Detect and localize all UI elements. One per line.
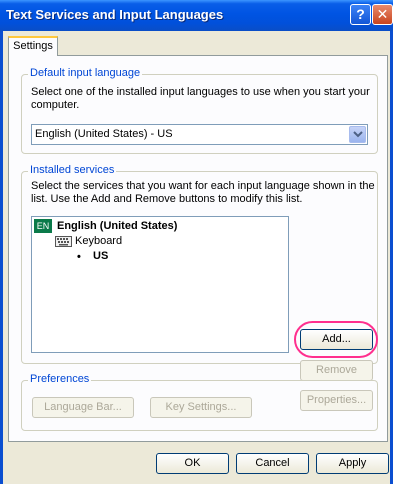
group-label: Installed services: [28, 164, 117, 176]
installed-services-description: Select the services that you want for ea…: [31, 180, 375, 205]
key-settings-button[interactable]: Key Settings...: [150, 397, 252, 418]
add-button[interactable]: Add...: [300, 329, 373, 350]
window-title: Text Services and Input Languages: [6, 7, 224, 22]
tab-settings[interactable]: Settings: [8, 36, 58, 56]
dropdown-button[interactable]: [349, 126, 366, 143]
close-button[interactable]: ✕: [372, 4, 393, 25]
keyboard-icon: [55, 236, 72, 247]
title-bar[interactable]: Text Services and Input Languages ? ✕: [0, 0, 393, 31]
language-badge: EN: [34, 219, 52, 233]
installed-services-group: Installed services Select the services t…: [21, 164, 378, 411]
tree-item-layout-us[interactable]: US: [93, 250, 108, 262]
help-icon: ?: [356, 6, 365, 22]
ok-button[interactable]: OK: [156, 453, 229, 474]
group-label: Preferences: [28, 373, 92, 385]
default-language-select[interactable]: English (United States) - US: [31, 124, 368, 145]
group-label: Default input language: [28, 67, 143, 79]
settings-panel: Default input language Select one of the…: [8, 55, 388, 442]
chevron-down-icon: [353, 131, 363, 138]
close-icon: ✕: [376, 6, 389, 22]
remove-button[interactable]: Remove: [300, 360, 373, 381]
cancel-button[interactable]: Cancel: [236, 453, 309, 474]
preferences-group: Preferences Language Bar... Key Settings…: [21, 373, 378, 431]
bullet-icon: •: [77, 251, 81, 263]
tree-item-keyboard[interactable]: Keyboard: [75, 235, 122, 247]
default-language-description: Select one of the installed input langua…: [31, 86, 370, 111]
select-value: English (United States) - US: [35, 128, 173, 140]
tree-item-language[interactable]: English (United States): [57, 220, 177, 232]
language-bar-button[interactable]: Language Bar...: [32, 397, 134, 418]
default-input-language-group: Default input language Select one of the…: [21, 67, 378, 154]
window-border-left: [0, 31, 3, 484]
services-tree[interactable]: EN English (United States) Keyboard • US: [31, 216, 289, 353]
help-button[interactable]: ?: [350, 4, 371, 25]
apply-button[interactable]: Apply: [316, 453, 389, 474]
